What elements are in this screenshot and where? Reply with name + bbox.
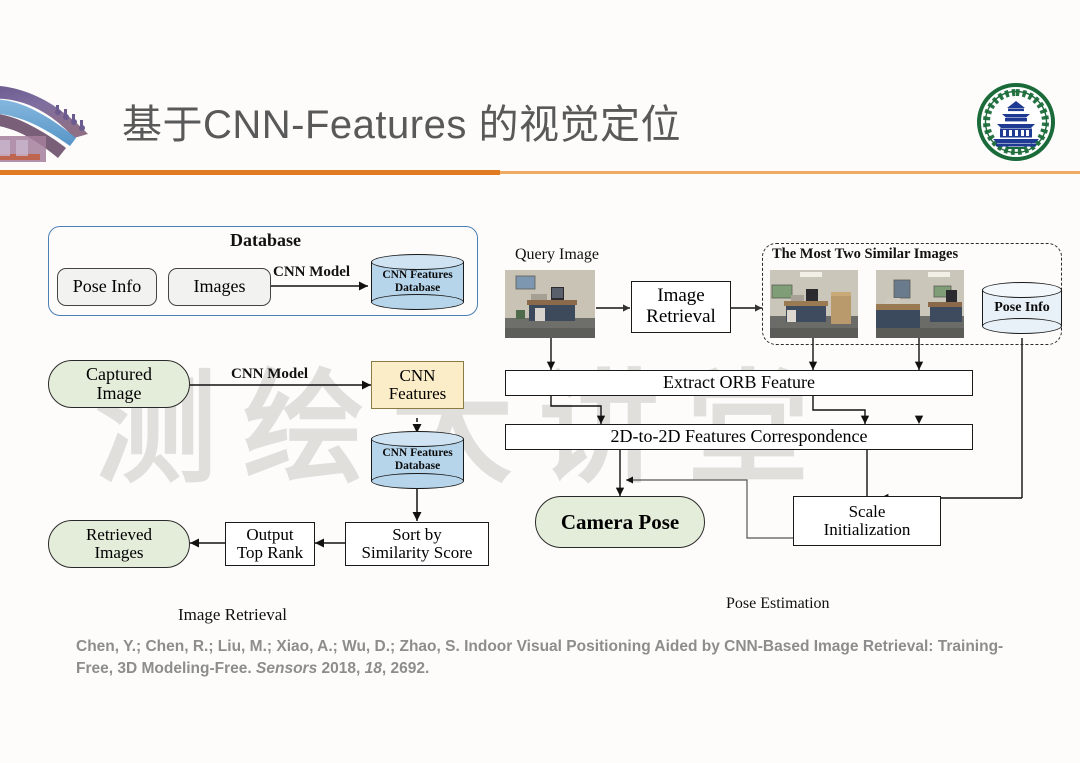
page-title: 基于CNN-Features 的视觉定位 [122,103,681,147]
captured-image-line1: Captured [86,363,152,384]
cnn-features-db2-line2: Database [394,460,441,472]
node-cnn-features-database-label: CNN Features Database [371,254,464,310]
sort-line1: Sort by [392,524,442,544]
left-section-caption: Image Retrieval [178,605,288,624]
camera-pose-label: Camera Pose [560,509,680,534]
node-extract-orb-feature[interactable]: Extract ORB Feature [505,370,973,396]
node-scale-initialization[interactable]: Scale Initialization [793,496,941,546]
similar-image-1[interactable] [770,270,858,338]
citation-part2: 2018, [317,660,365,678]
retrieved-line2: Images [94,543,144,562]
image-retrieval-line1: Image [657,285,705,307]
output-line2: Top Rank [236,543,304,562]
captured-image-line2: Image [96,383,142,403]
extract-orb-label: Extract ORB Feature [663,372,815,393]
node-cnn-features-database-2[interactable]: CNN Features Database [371,431,464,489]
image-retrieval-line2: Retrieval [646,306,716,327]
figure-diagram: Database Pose Info Images CNN Model CNN … [0,178,1080,628]
node-output-top-rank[interactable]: Output Top Rank [225,522,315,566]
similar-images-group-title: The Most Two Similar Images [772,246,959,262]
node-image-retrieval[interactable]: Image Retrieval [631,281,731,333]
cnn-features-line2: Features [388,384,447,403]
node-camera-pose[interactable]: Camera Pose [535,496,705,548]
output-line1: Output [246,524,294,544]
node-cnn-features[interactable]: CNN Features [371,361,464,409]
edge-label-cnn-model-db: CNN Model [273,264,351,280]
sort-line2: Similarity Score [361,543,473,562]
node-images[interactable]: Images [168,268,271,306]
node-pose-info[interactable]: Pose Info [57,268,157,306]
query-image-photo[interactable] [505,270,595,338]
cnn-features-db-line1: CNN Features [382,269,453,282]
node-captured-image[interactable]: Captured Image [48,360,190,408]
slide-header: 基于CNN-Features 的视觉定位 [0,0,1080,178]
node-pose-info-label: Pose Info [72,276,142,297]
citation-part1: Chen, Y.; Chen, R.; Liu, M.; Xiao, A.; W… [76,638,1004,678]
correspondence-label: 2D-to-2D Features Correspondence [610,426,868,447]
scale-line2: Initialization [823,520,911,539]
node-retrieved-images[interactable]: Retrieved Images [48,520,190,568]
node-cnn-features-database-2-label: CNN Features Database [371,431,464,489]
header-divider-accent [0,170,500,175]
header-divider-light [500,171,1080,174]
citation-volume: 18 [364,660,382,678]
node-pose-info-cylinder[interactable]: Pose Info [982,282,1062,334]
similar-image-2[interactable] [876,270,964,338]
edge-label-cnn-model-flow: CNN Model [231,366,309,382]
university-logo [977,83,1055,161]
database-group-title: Database [230,230,301,250]
cnn-features-db2-line1: CNN Features [382,447,453,460]
citation-part3: , 2692. [381,660,430,678]
cnn-features-db-line2: Database [394,282,441,294]
right-section-caption: Pose Estimation [726,595,830,612]
cnn-features-line1: CNN [399,365,436,385]
node-2d-to-2d-features-correspondence[interactable]: 2D-to-2D Features Correspondence [505,424,973,450]
node-images-label: Images [193,276,246,297]
query-image-label: Query Image [515,246,599,263]
pagoda-roof-photo [0,58,108,170]
citation-journal: Sensors [256,660,318,678]
scale-line1: Scale [848,501,886,521]
citation-text: Chen, Y.; Chen, R.; Liu, M.; Xiao, A.; W… [76,636,1006,681]
node-pose-info-cylinder-label: Pose Info [994,300,1050,316]
node-cnn-features-database[interactable]: CNN Features Database [371,254,464,310]
retrieved-line1: Retrieved [85,524,153,544]
node-sort-by-similarity-score[interactable]: Sort by Similarity Score [345,522,489,566]
